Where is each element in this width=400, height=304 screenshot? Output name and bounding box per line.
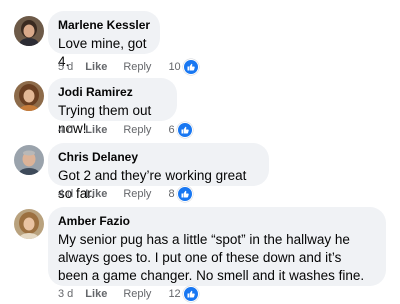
comment-actions: 4 d Like Reply 6 xyxy=(58,122,193,138)
reply-button[interactable]: Reply xyxy=(123,188,151,200)
comment-author[interactable]: Jodi Ramirez xyxy=(58,85,165,100)
comment-timestamp[interactable]: 5 d xyxy=(58,61,73,73)
thumbs-up-icon[interactable] xyxy=(176,186,193,202)
comment-author[interactable]: Amber Fazio xyxy=(58,214,374,229)
comment-bubble: Jodi Ramirez Trying them out now! xyxy=(48,78,177,136)
thumbs-up-icon[interactable] xyxy=(182,286,199,302)
comment-text: My senior pug has a little “spot” in the… xyxy=(58,232,365,283)
avatar[interactable] xyxy=(14,81,44,111)
comment-actions: 5 d Like Reply 10 xyxy=(58,59,199,75)
avatar-photo xyxy=(14,16,44,46)
reply-button[interactable]: Reply xyxy=(123,61,151,73)
comment-bubble: Chris Delaney Got 2 and they’re working … xyxy=(48,143,269,201)
comment-timestamp[interactable]: 4 d xyxy=(58,188,73,200)
avatar-photo xyxy=(14,209,44,239)
avatar-photo xyxy=(14,81,44,111)
comment-bubble: Marlene Kessler Love mine, got 4. xyxy=(48,11,160,69)
comment-author[interactable]: Chris Delaney xyxy=(58,150,257,165)
reaction-count[interactable]: 12 xyxy=(168,288,180,300)
comment-actions: 3 d Like Reply 12 xyxy=(58,286,199,302)
avatar-photo xyxy=(14,145,44,175)
thumbs-up-icon[interactable] xyxy=(182,59,199,75)
like-button[interactable]: Like xyxy=(85,61,107,73)
avatar[interactable] xyxy=(14,145,44,175)
comment-author[interactable]: Marlene Kessler xyxy=(58,18,150,33)
reaction-count[interactable]: 10 xyxy=(168,61,180,73)
like-button[interactable]: Like xyxy=(85,124,107,136)
reaction-count[interactable]: 8 xyxy=(168,188,174,200)
reply-button[interactable]: Reply xyxy=(123,124,151,136)
comment-timestamp[interactable]: 3 d xyxy=(58,288,73,300)
comment-actions: 4 d Like Reply 8 xyxy=(58,186,193,202)
like-button[interactable]: Like xyxy=(85,188,107,200)
avatar[interactable] xyxy=(14,209,44,239)
comment-bubble: Amber Fazio My senior pug has a little “… xyxy=(48,207,386,286)
comment-timestamp[interactable]: 4 d xyxy=(58,124,73,136)
avatar[interactable] xyxy=(14,16,44,46)
reaction-count[interactable]: 6 xyxy=(168,124,174,136)
reply-button[interactable]: Reply xyxy=(123,288,151,300)
like-button[interactable]: Like xyxy=(85,288,107,300)
thumbs-up-icon[interactable] xyxy=(176,122,193,138)
